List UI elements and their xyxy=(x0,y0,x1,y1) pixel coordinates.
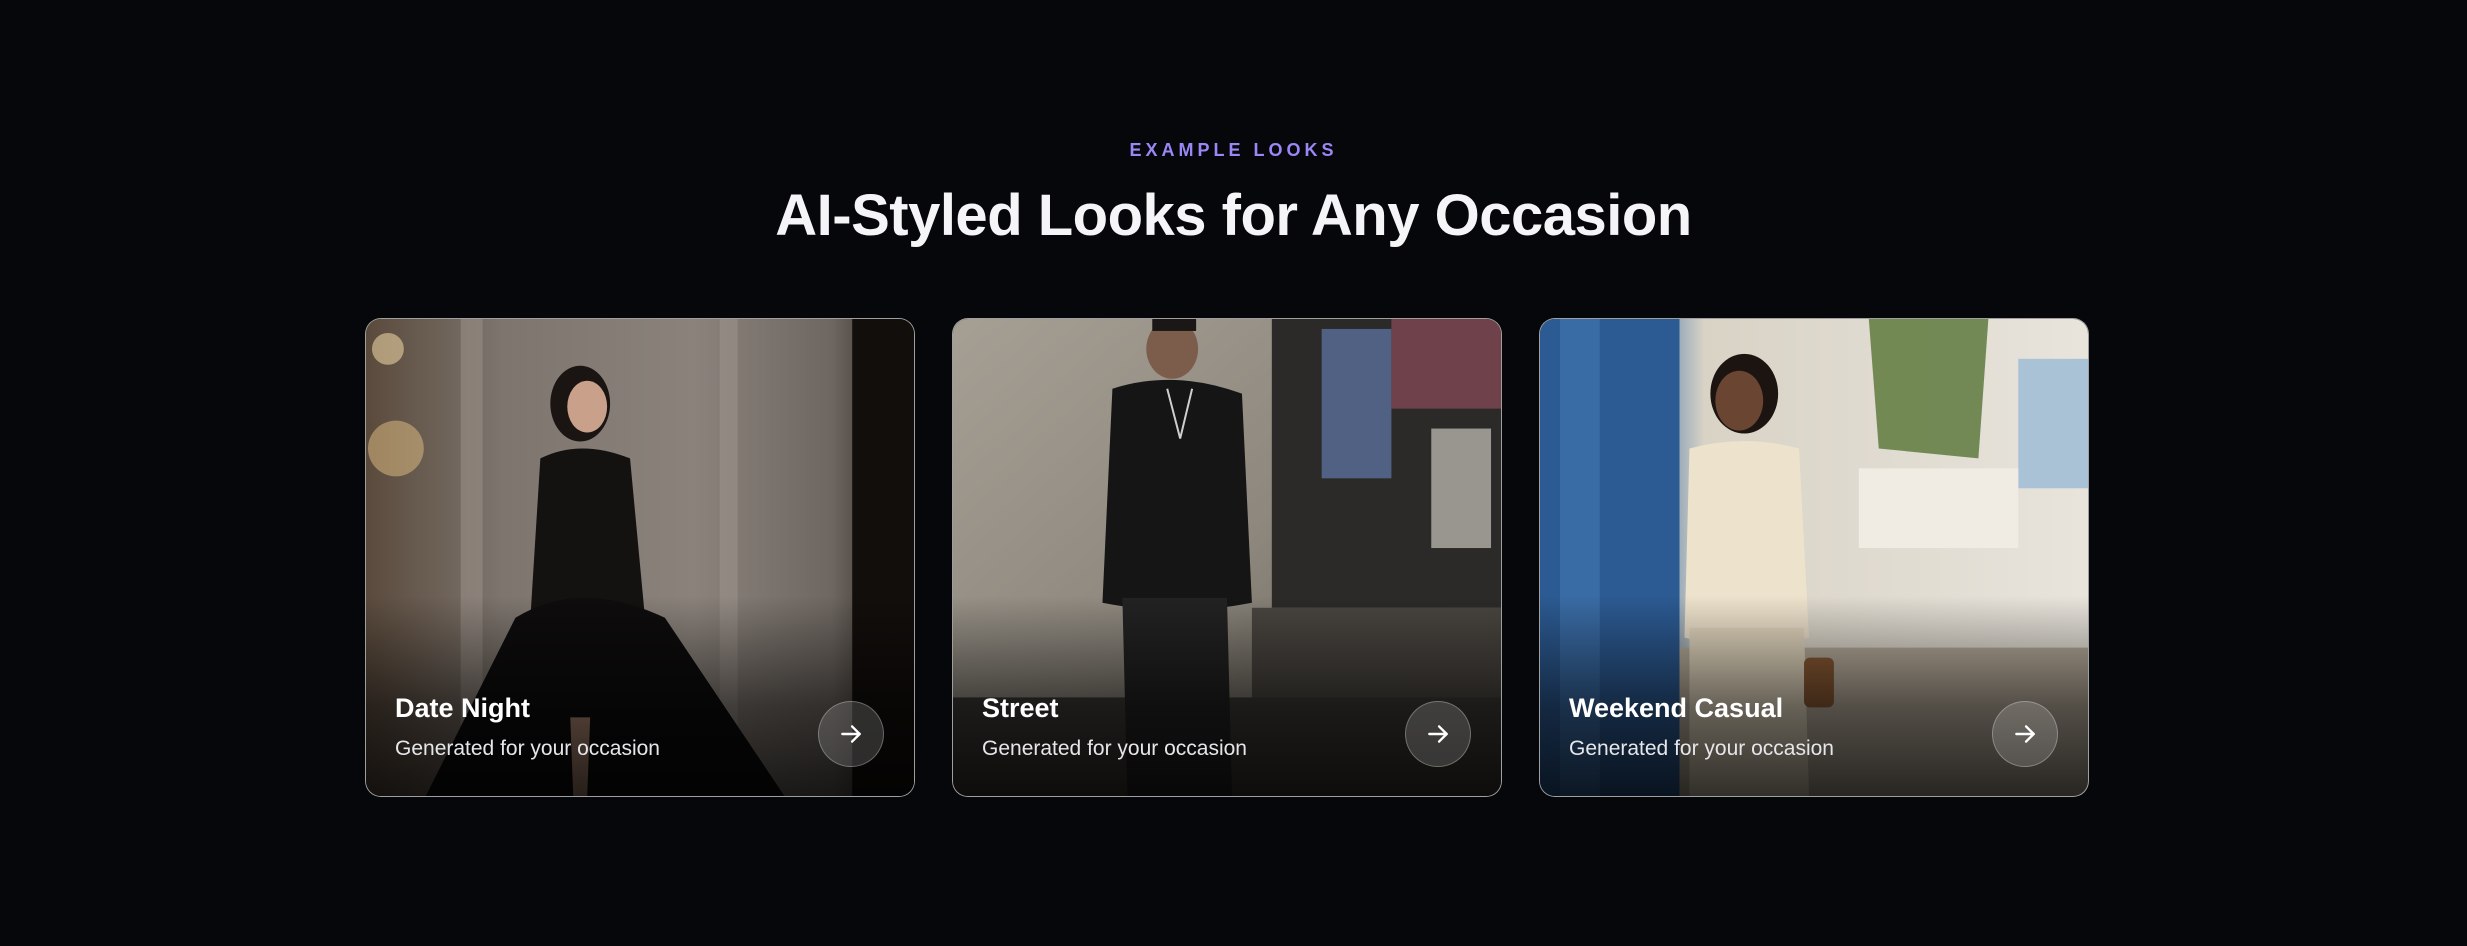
card-title: Date Night xyxy=(395,693,530,723)
look-card-date-night[interactable]: Date Night Generated for your occasion xyxy=(365,318,915,797)
open-look-button[interactable] xyxy=(1405,701,1471,767)
example-looks-section: EXAMPLE LOOKS AI-Styled Looks for Any Oc… xyxy=(0,0,2467,946)
look-card-weekend-casual[interactable]: Weekend Casual Generated for your occasi… xyxy=(1539,318,2089,797)
arrow-right-icon xyxy=(841,725,861,743)
arrow-right-icon xyxy=(2015,725,2035,743)
card-subtitle: Generated for your occasion xyxy=(1569,737,1834,760)
look-card-street[interactable]: Street Generated for your occasion xyxy=(952,318,1502,797)
card-title: Street xyxy=(982,693,1059,723)
card-subtitle: Generated for your occasion xyxy=(982,737,1247,760)
card-title: Weekend Casual xyxy=(1569,693,1784,723)
section-eyebrow: EXAMPLE LOOKS xyxy=(1129,140,1338,160)
card-subtitle: Generated for your occasion xyxy=(395,737,660,760)
arrow-right-icon xyxy=(1428,725,1448,743)
open-look-button[interactable] xyxy=(1992,701,2058,767)
looks-grid: Date Night Generated for your occasion S… xyxy=(365,318,2091,797)
open-look-button[interactable] xyxy=(818,701,884,767)
section-title: AI-Styled Looks for Any Occasion xyxy=(775,183,1692,248)
